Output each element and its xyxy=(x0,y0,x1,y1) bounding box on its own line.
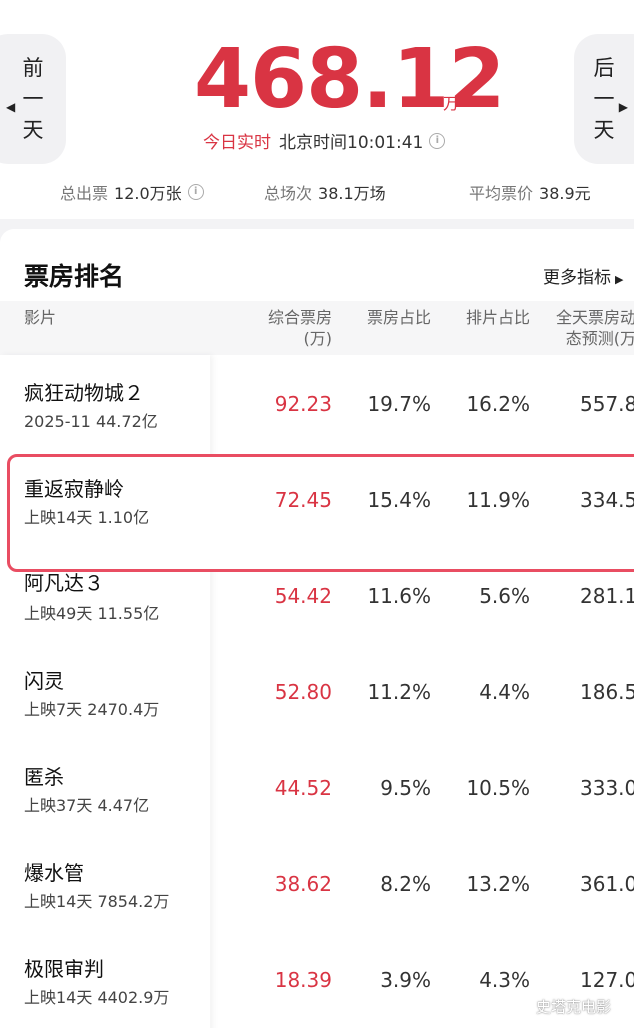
box-share-value: 9.5% xyxy=(380,776,431,800)
total-box-office-unit: 万 xyxy=(443,94,460,113)
box-office-value: 72.45 xyxy=(274,488,332,512)
table-row[interactable]: 疯狂动物城２ 2025-11 44.72亿 92.23 19.7% 16.2% … xyxy=(0,356,634,452)
header-prediction-line2: 态预测(万 xyxy=(565,329,634,348)
table-row[interactable]: 匿杀 上映37天 4.47亿 44.52 9.5% 10.5% 333.0 xyxy=(0,740,634,836)
box-office-value: 44.52 xyxy=(274,776,332,800)
prediction-value: 334.5 xyxy=(580,488,634,512)
ranking-title: 票房排名 xyxy=(24,262,125,291)
watermark: 史塔克电影 xyxy=(536,998,612,1016)
prediction-value: 186.5 xyxy=(580,680,634,704)
table-row[interactable]: 重返寂静岭 上映14天 1.10亿 72.45 15.4% 11.9% 334.… xyxy=(0,452,634,548)
beijing-time: 北京时间10:01:41 xyxy=(279,133,424,153)
box-office-value: 18.39 xyxy=(274,968,332,992)
header-schedule-share[interactable]: 排片占比 xyxy=(466,307,530,328)
schedule-share-value: 16.2% xyxy=(466,392,530,416)
prev-day-char: 一 xyxy=(22,86,44,111)
film-name: 闪灵 xyxy=(24,669,64,693)
prev-day-button[interactable]: ◀ 前 一 天 xyxy=(0,34,66,164)
box-office-value: 38.62 xyxy=(274,872,332,896)
film-subtitle: 2025-11 44.72亿 xyxy=(24,412,158,431)
header-box-office[interactable]: 综合票房 (万) xyxy=(268,307,332,349)
stat-tickets-value: 12.0万张 xyxy=(114,184,182,203)
stat-avg-price: 平均票价 38.9元 xyxy=(469,180,591,204)
box-share-value: 11.2% xyxy=(367,680,431,704)
box-share-value: 3.9% xyxy=(380,968,431,992)
schedule-share-value: 4.3% xyxy=(479,968,530,992)
box-share-value: 11.6% xyxy=(367,584,431,608)
box-office-value: 52.80 xyxy=(274,680,332,704)
prediction-value: 127.0 xyxy=(580,968,634,992)
left-triangle-icon: ◀ xyxy=(6,100,16,114)
film-name: 极限审判 xyxy=(24,957,104,981)
realtime-line: 今日实时 北京时间10:01:41 i xyxy=(203,128,446,153)
table-row[interactable]: 阿凡达３ 上映49天 11.55亿 54.42 11.6% 5.6% 281.1 xyxy=(0,548,634,644)
box-share-value: 19.7% xyxy=(367,392,431,416)
header-box-office-line2: (万) xyxy=(303,329,333,348)
schedule-share-value: 4.4% xyxy=(479,680,530,704)
box-office-value: 54.42 xyxy=(274,584,332,608)
box-share-value: 15.4% xyxy=(367,488,431,512)
prediction-value: 281.1 xyxy=(580,584,634,608)
prev-day-char: 天 xyxy=(22,117,44,142)
realtime-label: 今日实时 xyxy=(203,133,271,153)
prev-day-char: 前 xyxy=(22,55,44,80)
schedule-share-value: 10.5% xyxy=(466,776,530,800)
stat-tickets: 总出票 12.0万张 i xyxy=(60,180,204,204)
film-name: 阿凡达３ xyxy=(24,571,104,595)
next-day-char: 后 xyxy=(593,55,615,80)
next-day-char: 天 xyxy=(593,117,615,142)
film-subtitle: 上映14天 4402.9万 xyxy=(24,988,170,1007)
schedule-share-value: 11.9% xyxy=(466,488,530,512)
right-triangle-icon: ▶ xyxy=(615,273,624,286)
stat-avg-price-label: 平均票价 xyxy=(469,184,534,203)
header-film: 影片 xyxy=(24,308,57,327)
prediction-value: 333.0 xyxy=(580,776,634,800)
next-day-char: 一 xyxy=(593,86,615,111)
film-subtitle: 上映14天 7854.2万 xyxy=(24,892,170,911)
film-subtitle: 上映49天 11.55亿 xyxy=(24,604,160,623)
more-metrics-button[interactable]: 更多指标 ▶ xyxy=(543,263,623,288)
schedule-share-value: 5.6% xyxy=(479,584,530,608)
box-share-value: 8.2% xyxy=(380,872,431,896)
table-row[interactable]: 爆水管 上映14天 7854.2万 38.62 8.2% 13.2% 361.0 xyxy=(0,836,634,932)
total-box-office: 468.12 xyxy=(194,32,505,127)
stat-tickets-label: 总出票 xyxy=(60,184,109,203)
header-prediction[interactable]: 全天票房动 态预测(万 xyxy=(556,307,634,349)
stat-sessions-label: 总场次 xyxy=(264,184,313,203)
film-name: 匿杀 xyxy=(24,765,64,789)
schedule-share-value: 13.2% xyxy=(466,872,530,896)
film-subtitle: 上映14天 1.10亿 xyxy=(24,508,150,527)
header-box-office-line1: 综合票房 xyxy=(267,308,332,327)
film-name: 疯狂动物城２ xyxy=(24,381,144,405)
stat-avg-price-value: 38.9元 xyxy=(539,184,591,203)
info-icon[interactable]: i xyxy=(429,132,446,149)
stat-sessions-value: 38.1万场 xyxy=(318,184,386,203)
more-metrics-label: 更多指标 xyxy=(543,268,611,288)
header-box-share[interactable]: 票房占比 xyxy=(367,307,431,328)
film-name: 爆水管 xyxy=(24,861,84,885)
prediction-value: 361.0 xyxy=(580,872,634,896)
film-subtitle: 上映7天 2470.4万 xyxy=(24,700,160,719)
table-row[interactable]: 闪灵 上映7天 2470.4万 52.80 11.2% 4.4% 186.5 xyxy=(0,644,634,740)
next-day-button[interactable]: 后 一 天 ▶ xyxy=(574,34,634,164)
prediction-value: 557.8 xyxy=(580,392,634,416)
right-triangle-icon: ▶ xyxy=(618,100,628,114)
summary-panel: ◀ 前 一 天 468.12 万 今日实时 北京时间10:01:41 i 后 一… xyxy=(0,0,634,219)
film-name: 重返寂静岭 xyxy=(24,477,124,501)
box-office-value: 92.23 xyxy=(274,392,332,416)
stat-sessions: 总场次 38.1万场 xyxy=(264,180,386,204)
table-header: 影片 综合票房 (万) 票房占比 排片占比 全天票房动 态预测(万 xyxy=(0,301,634,355)
film-subtitle: 上映37天 4.47亿 xyxy=(24,796,150,815)
header-prediction-line1: 全天票房动 xyxy=(556,308,634,327)
info-icon[interactable]: i xyxy=(187,184,204,200)
